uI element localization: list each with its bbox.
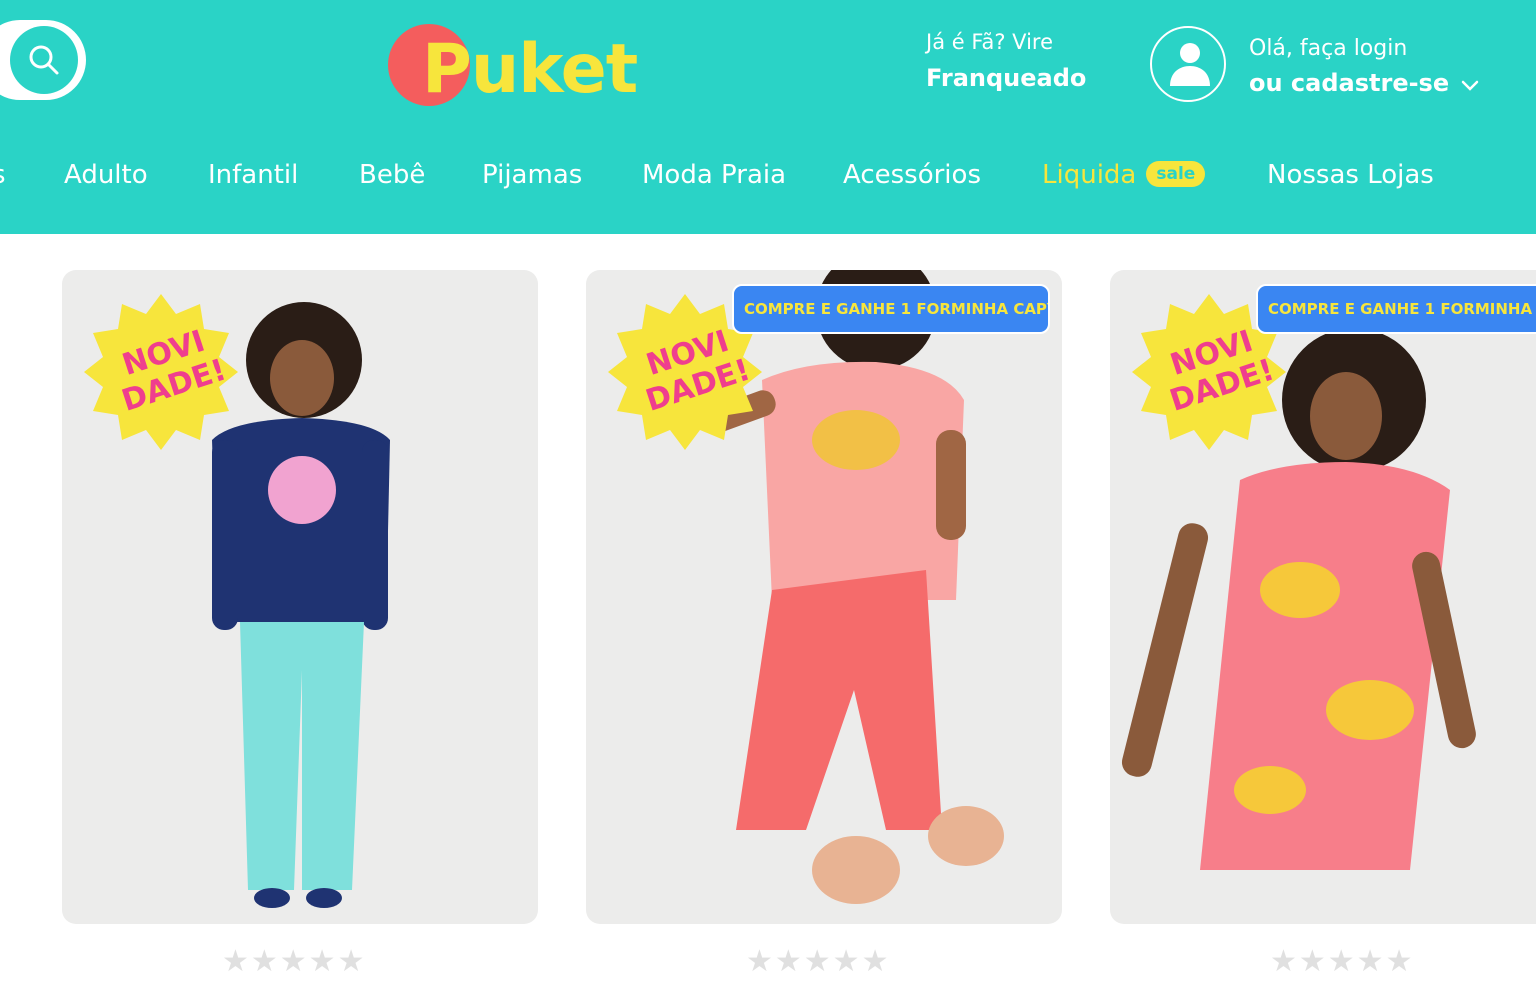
site-header: Puket Já é Fã? Vire Franqueado Olá, faça… xyxy=(0,0,1536,234)
franchise-link[interactable]: Já é Fã? Vire Franqueado xyxy=(926,30,1086,92)
nav-item-liquida-label: Liquida xyxy=(1042,160,1137,190)
login-line1: Olá, faça login xyxy=(1249,36,1408,61)
search-button[interactable] xyxy=(0,20,86,100)
nav-item-adulto[interactable]: Adulto xyxy=(64,160,148,190)
user-icon[interactable] xyxy=(1150,26,1226,102)
nav-item-liquida[interactable]: Liquida sale xyxy=(1042,160,1206,190)
search-icon[interactable] xyxy=(10,26,78,94)
franchise-line1: Já é Fã? Vire xyxy=(926,30,1054,54)
login-line2-text: ou cadastre-se xyxy=(1249,69,1450,97)
nav-item-bebe[interactable]: Bebê xyxy=(359,160,425,190)
sale-badge: sale xyxy=(1146,161,1206,187)
product-card[interactable]: NOVI DADE! xyxy=(62,270,538,924)
star-rating: ★★★★★ xyxy=(1270,944,1415,979)
promo-banner: COMPRE E GANHE 1 FORMINHA CA xyxy=(1256,284,1536,334)
promo-banner: COMPRE E GANHE 1 FORMINHA CAPY xyxy=(732,284,1050,334)
nav-item-partial[interactable]: s xyxy=(0,160,6,190)
chevron-down-icon[interactable] xyxy=(1461,70,1479,98)
nav-item-acessorios[interactable]: Acessórios xyxy=(843,160,981,190)
main-nav: s Adulto Infantil Bebê Pijamas Moda Prai… xyxy=(0,160,1536,200)
product-card[interactable]: NOVI DADE! COMPRE E GANHE 1 FORMINHA CA xyxy=(1110,270,1536,924)
site-logo[interactable]: Puket xyxy=(388,22,638,112)
new-badge: NOVI DADE! xyxy=(80,290,242,452)
login-line2: ou cadastre-se xyxy=(1249,69,1479,98)
nav-item-nossas-lojas[interactable]: Nossas Lojas xyxy=(1267,160,1434,190)
star-rating: ★★★★★ xyxy=(222,944,367,979)
product-card[interactable]: NOVI DADE! COMPRE E GANHE 1 FORMINHA CAP… xyxy=(586,270,1062,924)
nav-item-pijamas[interactable]: Pijamas xyxy=(482,160,582,190)
logo-text: Puket xyxy=(422,30,638,109)
franchise-line2: Franqueado xyxy=(926,64,1087,92)
login-menu[interactable]: Olá, faça login ou cadastre-se xyxy=(1249,36,1479,98)
nav-item-moda-praia[interactable]: Moda Praia xyxy=(642,160,786,190)
star-rating: ★★★★★ xyxy=(746,944,891,979)
nav-item-infantil[interactable]: Infantil xyxy=(208,160,298,190)
